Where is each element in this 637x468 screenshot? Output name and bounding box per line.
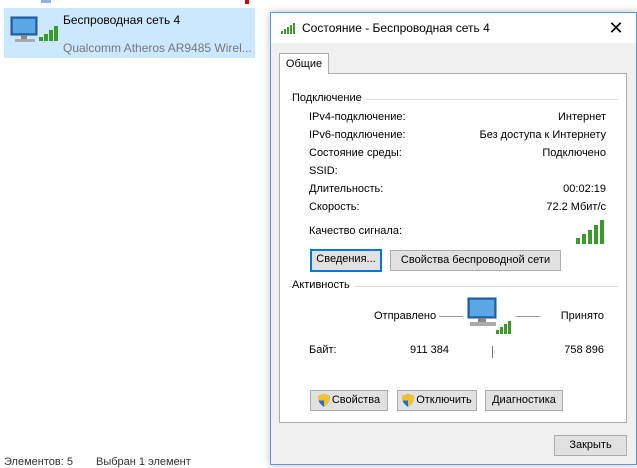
network-adapter-item[interactable]: Беспроводная сеть 4 Qualcomm Atheros AR9… xyxy=(4,8,255,58)
signal-bar xyxy=(588,230,592,244)
close-icon[interactable]: ✕ xyxy=(604,16,628,40)
details-button[interactable]: Сведения... xyxy=(310,249,382,272)
signal-quality-label: Качество сигнала: xyxy=(309,225,403,237)
activity-divider xyxy=(492,346,493,358)
wireless-status-dialog: Состояние - Беспроводная сеть 4 ✕ Общие … xyxy=(270,12,637,465)
activity-line xyxy=(439,316,463,317)
uac-shield-icon xyxy=(402,393,415,407)
signal-strength-icon xyxy=(576,220,604,244)
status-selected: Выбран 1 элемент xyxy=(96,456,191,468)
adapter-name: Беспроводная сеть 4 xyxy=(63,13,181,27)
signal-bar xyxy=(594,225,598,244)
ipv6-label: IPv6-подключение: xyxy=(309,129,406,141)
properties-label: Свойства xyxy=(331,394,381,406)
bytes-received-value: 758 896 xyxy=(564,344,604,356)
tab-general[interactable]: Общие xyxy=(279,53,329,74)
received-label: Принято xyxy=(560,310,604,322)
duration-label: Длительность: xyxy=(309,183,384,195)
properties-button[interactable]: Свойства xyxy=(310,390,388,411)
speed-label: Скорость: xyxy=(309,201,360,213)
ipv4-label: IPv4-подключение: xyxy=(309,111,406,123)
bytes-sent-value: 911 384 xyxy=(410,344,449,356)
network-activity-icon xyxy=(467,297,511,334)
activity-group-title: Активность xyxy=(292,279,354,291)
signal-bar xyxy=(600,220,604,244)
dialog-title: Состояние - Беспроводная сеть 4 xyxy=(302,21,490,35)
connection-group-title: Подключение xyxy=(292,92,366,104)
media-state-value: Подключено xyxy=(542,147,606,159)
wifi-signal-icon xyxy=(281,23,295,34)
disable-button[interactable]: Отключить xyxy=(397,390,477,411)
bytes-label: Байт: xyxy=(309,344,337,356)
signal-bar xyxy=(576,238,580,244)
speed-value: 72.2 Мбит/с xyxy=(546,201,606,213)
adapter-device: Qualcomm Atheros AR9485 Wirel... xyxy=(63,41,252,55)
disable-label: Отключить xyxy=(416,394,472,406)
ipv6-value: Без доступа к Интернету xyxy=(479,129,606,141)
sent-label: Отправлено xyxy=(374,310,437,322)
close-button[interactable]: Закрыть xyxy=(554,435,627,456)
decorative-mark xyxy=(41,0,51,3)
duration-value: 00:02:19 xyxy=(563,183,606,195)
activity-line xyxy=(516,316,540,317)
ssid-label: SSID: xyxy=(309,165,338,177)
ipv4-value: Интернет xyxy=(558,111,606,123)
wireless-properties-button[interactable]: Свойства беспроводной сети xyxy=(390,250,561,271)
general-tab-panel: Подключение IPv4-подключение: Интернет I… xyxy=(279,73,627,423)
network-computer-icon xyxy=(10,16,58,42)
dialog-titlebar[interactable]: Состояние - Беспроводная сеть 4 ✕ xyxy=(271,13,636,43)
uac-shield-icon xyxy=(317,393,330,407)
decorative-mark xyxy=(245,0,249,4)
signal-bar xyxy=(582,234,586,244)
status-item-count: Элементов: 5 xyxy=(4,456,73,468)
diagnostics-button[interactable]: Диагностика xyxy=(485,390,563,411)
explorer-statusbar: Элементов: 5 Выбран 1 элемент xyxy=(4,456,211,468)
media-state-label: Состояние среды: xyxy=(309,147,402,159)
